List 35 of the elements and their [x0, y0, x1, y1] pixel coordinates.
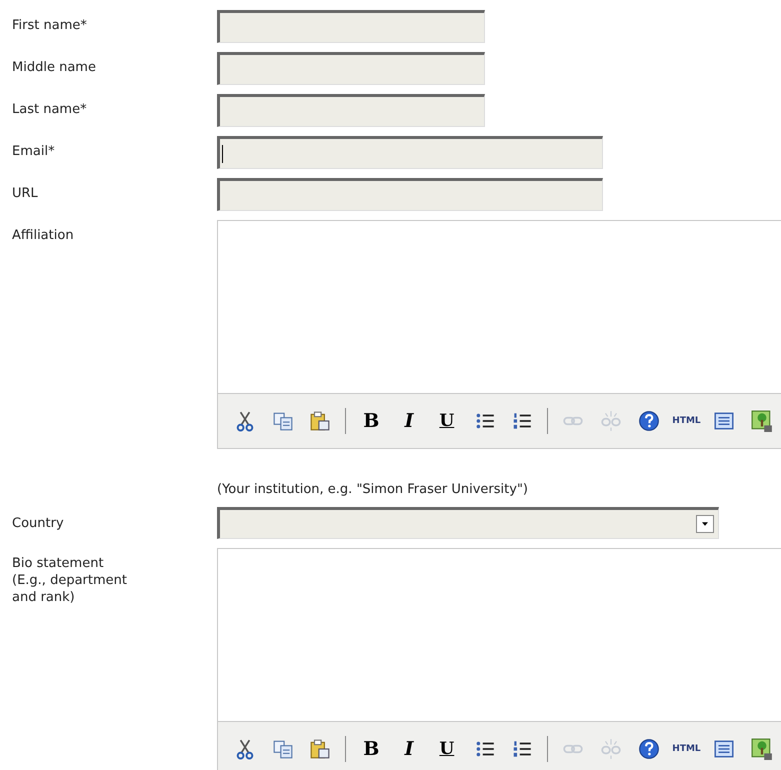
field-label: Middle name: [12, 59, 97, 77]
help-text: (Your institution, e.g. "Simon Fraser University"): [217, 481, 529, 498]
clipboard-icon: [309, 738, 332, 760]
underline-button[interactable]: U: [428, 734, 466, 764]
field-label: URL: [12, 185, 39, 203]
field-label: Country: [12, 515, 65, 533]
text-field[interactable]: [217, 178, 603, 211]
field-label: Last name*: [12, 101, 88, 119]
text-field[interactable]: [217, 10, 485, 43]
html-button[interactable]: HTML: [668, 406, 706, 436]
copy-icon: [272, 738, 294, 760]
help-icon: [638, 738, 660, 760]
picture-icon: [751, 410, 774, 432]
field-label: First name*: [12, 17, 88, 35]
underline-button[interactable]: U: [428, 406, 466, 436]
text-field[interactable]: [217, 136, 603, 169]
text-field[interactable]: [217, 94, 485, 127]
text-box-icon: [713, 410, 736, 432]
text-field[interactable]: [217, 52, 485, 85]
bold-button[interactable]: B: [352, 734, 390, 764]
text-box-icon: [713, 738, 736, 760]
copy-icon: [272, 410, 294, 432]
field-label: Bio statement (E.g., department and rank): [12, 555, 128, 607]
clipboard-icon: [309, 410, 332, 432]
field-label: Affiliation: [12, 227, 75, 245]
italic-button[interactable]: I: [390, 406, 428, 436]
picture-icon: [751, 738, 774, 760]
field-label: Email*: [12, 143, 56, 161]
help-icon: [638, 410, 660, 432]
bold-button[interactable]: B: [352, 406, 390, 436]
italic-button[interactable]: I: [390, 734, 428, 764]
broken-link-icon: [600, 410, 622, 432]
country-dropdown[interactable]: [217, 507, 719, 539]
html-button[interactable]: HTML: [668, 734, 706, 764]
broken-link-icon: [600, 738, 622, 760]
